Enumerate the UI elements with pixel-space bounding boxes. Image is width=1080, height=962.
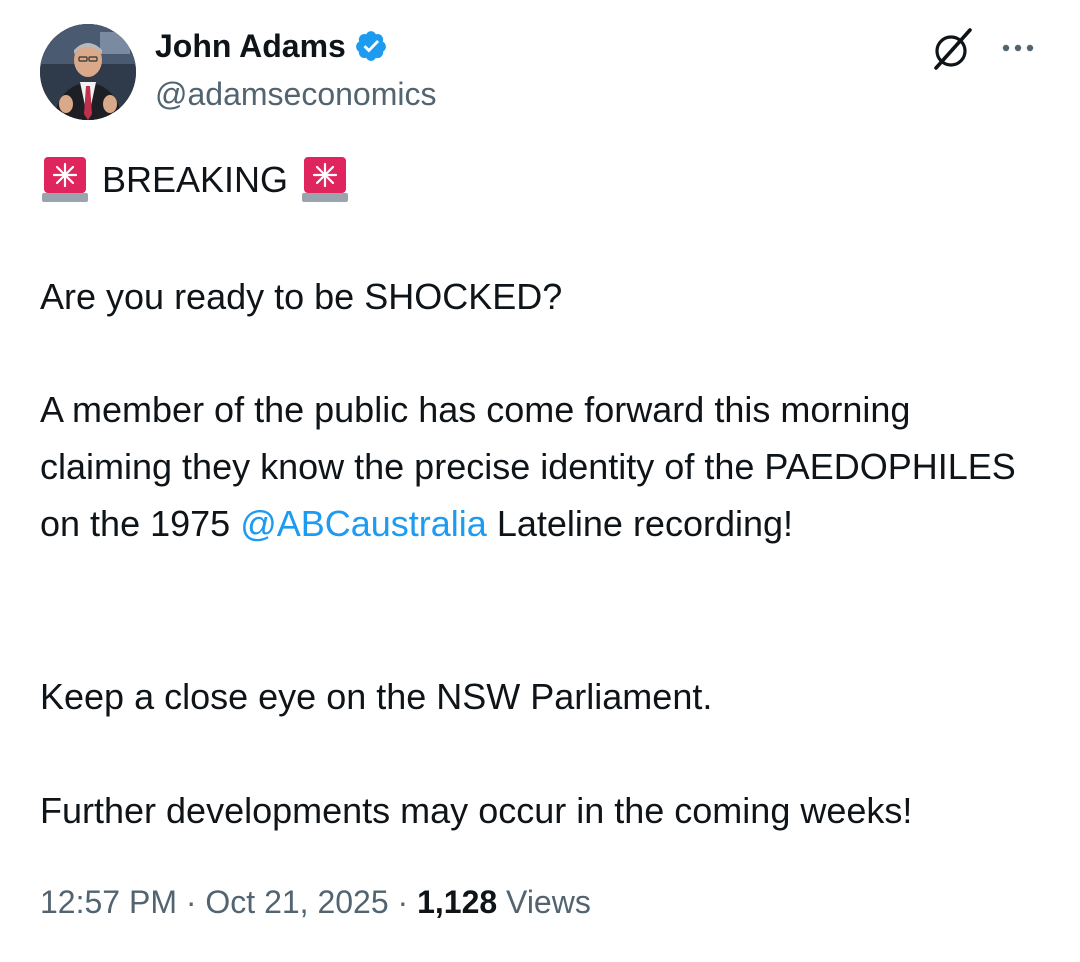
avatar-photo-icon bbox=[40, 24, 136, 120]
police-siren-icon bbox=[300, 155, 350, 205]
tweet-paragraph-1: A member of the public has come forward … bbox=[40, 381, 1050, 552]
views-count[interactable]: 1,128 bbox=[417, 884, 497, 920]
more-options-icon[interactable] bbox=[998, 36, 1038, 60]
verified-badge-icon bbox=[354, 29, 388, 63]
tweet-date[interactable]: Oct 21, 2025 bbox=[205, 884, 388, 920]
breaking-line: BREAKING bbox=[40, 151, 1050, 208]
tweet-paragraph-3: Further developments may occur in the co… bbox=[40, 790, 913, 831]
mention-link[interactable]: @ABCaustralia bbox=[240, 503, 487, 544]
author-name-row[interactable]: John Adams bbox=[155, 26, 388, 66]
meta-separator: · bbox=[388, 884, 418, 920]
meta-separator: · bbox=[176, 884, 206, 920]
tweet-meta: 12:57 PM · Oct 21, 2025 · 1,128 Views bbox=[40, 880, 591, 924]
author-handle[interactable]: @adamseconomics bbox=[155, 74, 436, 114]
tweet-question: Are you ready to be SHOCKED? bbox=[40, 276, 563, 317]
tweet-paragraph-2: Keep a close eye on the NSW Parliament. bbox=[40, 676, 713, 717]
views-label: Views bbox=[497, 884, 591, 920]
paragraph-1-tail: Lateline recording! bbox=[486, 503, 794, 544]
tweet-card: John Adams @adamseconomics BREAKING Are … bbox=[0, 0, 1080, 962]
avatar[interactable] bbox=[40, 24, 136, 120]
grok-icon[interactable] bbox=[930, 26, 976, 72]
breaking-text: BREAKING bbox=[102, 159, 289, 200]
police-siren-icon bbox=[40, 155, 90, 205]
author-display-name[interactable]: John Adams bbox=[155, 26, 346, 66]
tweet-time[interactable]: 12:57 PM bbox=[40, 884, 177, 920]
